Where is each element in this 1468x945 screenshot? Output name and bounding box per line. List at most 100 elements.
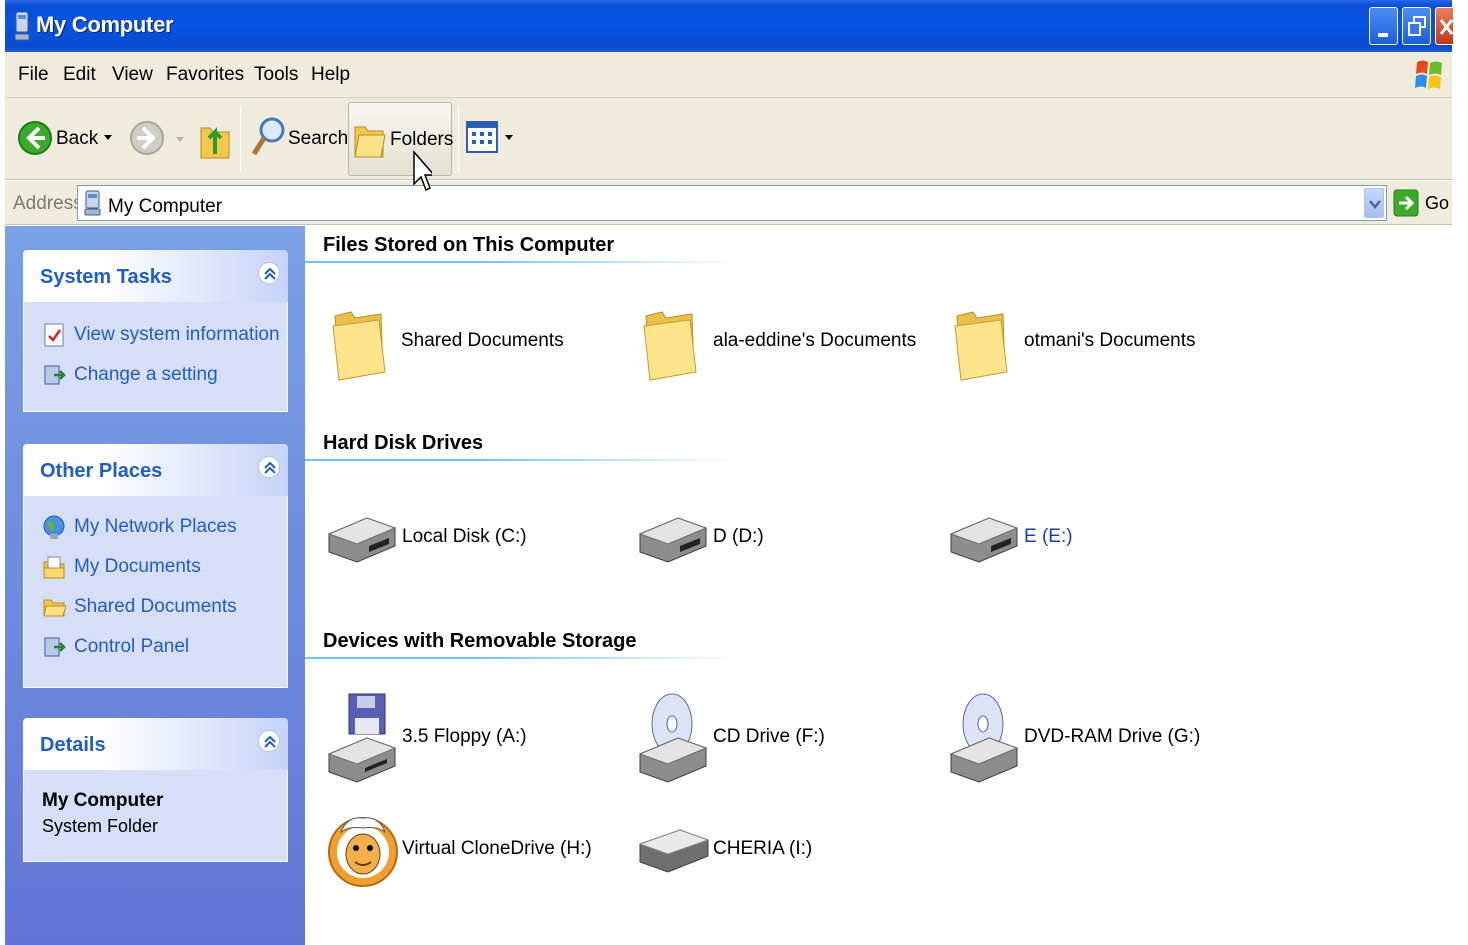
back-button[interactable]: Back	[15, 114, 125, 164]
my-computer-icon	[14, 11, 30, 41]
panel-body: My Network Places My Documents Shared Do…	[23, 496, 288, 688]
chevron-down-icon	[104, 135, 112, 140]
item-label: CHERIA (I:)	[713, 838, 813, 859]
file-view: Files Stored on This Computer Shared Doc…	[305, 226, 1452, 945]
change-a-setting-link[interactable]: Change a setting	[74, 364, 218, 386]
title-bar[interactable]: My Computer	[5, 0, 1454, 52]
search-label: Search	[288, 128, 349, 149]
group-title-hard-disks: Hard Disk Drives	[323, 432, 484, 454]
collapse-chevron-icon[interactable]	[258, 456, 280, 478]
collapse-chevron-icon[interactable]	[258, 730, 280, 752]
details-type: System Folder	[42, 816, 159, 836]
menu-edit[interactable]: Edit	[63, 64, 96, 86]
removable-disk-icon	[638, 829, 710, 873]
folders-button[interactable]: Folders	[348, 102, 454, 176]
panel-header[interactable]: Other Places	[23, 444, 288, 496]
folder-icon	[43, 599, 66, 617]
e-drive[interactable]: E (E:)	[949, 510, 1229, 570]
windows-logo-icon	[1415, 60, 1442, 89]
hard-disk-icon	[949, 517, 1019, 563]
details-name: My Computer	[42, 790, 164, 811]
item-label: CD Drive (F:)	[713, 726, 825, 747]
item-label: E (E:)	[1024, 526, 1073, 547]
item-label: ala-eddine's Documents	[713, 330, 917, 351]
address-label: Address	[13, 193, 83, 214]
group-divider	[305, 459, 735, 461]
my-documents-icon	[43, 556, 65, 579]
details-panel: Details My Computer System Folder	[23, 718, 288, 862]
search-button[interactable]: Search	[248, 112, 348, 164]
item-label: otmani's Documents	[1024, 330, 1196, 351]
panel-body: View system information Change a setting	[23, 302, 288, 412]
group-title-files: Files Stored on This Computer	[323, 234, 615, 256]
item-label: D (D:)	[713, 526, 764, 547]
shared-documents-folder[interactable]: Shared Documents	[331, 308, 611, 388]
shared-documents-link[interactable]: Shared Documents	[74, 596, 237, 618]
cd-drive-f[interactable]: CD Drive (F:)	[638, 692, 918, 788]
folders-label: Folders	[390, 129, 454, 150]
up-folder-icon[interactable]	[198, 114, 232, 162]
menu-tools[interactable]: Tools	[254, 64, 298, 86]
floppy-drive-icon	[327, 693, 397, 783]
toolbar: Back Search Folders	[5, 98, 1452, 180]
forward-arrow-icon[interactable]	[129, 116, 165, 158]
folder-icon	[954, 311, 1008, 381]
clonedrive-sheep-icon	[328, 817, 398, 887]
cheria-i-drive[interactable]: CHERIA (I:)	[638, 824, 918, 884]
other-places-panel: Other Places My Network Places My Docume…	[23, 444, 288, 688]
virtual-clonedrive-h[interactable]: Virtual CloneDrive (H:)	[327, 802, 607, 902]
folder-icon	[332, 311, 386, 381]
address-value: My Computer	[108, 196, 223, 217]
cd-drive-icon	[949, 693, 1019, 783]
search-icon	[251, 117, 285, 156]
address-input[interactable]: My Computer	[77, 185, 1387, 221]
group-title-removable: Devices with Removable Storage	[323, 630, 637, 652]
my-documents-link[interactable]: My Documents	[74, 556, 201, 578]
panel-header[interactable]: System Tasks	[23, 250, 288, 302]
views-icon	[466, 121, 498, 153]
my-network-places-link[interactable]: My Network Places	[74, 516, 237, 538]
item-label: Virtual CloneDrive (H:)	[402, 838, 592, 859]
network-places-icon	[43, 515, 65, 539]
menu-bar: File Edit View Favorites Tools Help	[5, 52, 1452, 98]
views-button[interactable]	[466, 120, 516, 160]
window-title: My Computer	[36, 12, 174, 37]
floppy-a-drive[interactable]: 3.5 Floppy (A:)	[327, 692, 607, 788]
control-panel-link[interactable]: Control Panel	[74, 636, 189, 658]
ala-eddine-documents-folder[interactable]: ala-eddine's Documents	[642, 308, 922, 388]
collapse-chevron-icon[interactable]	[258, 262, 280, 284]
cd-drive-icon	[638, 693, 708, 783]
panel-title: Details	[40, 734, 106, 756]
minimize-button[interactable]	[1369, 7, 1398, 45]
control-panel-icon	[44, 365, 66, 385]
dvd-ram-g-drive[interactable]: DVD-RAM Drive (G:)	[949, 692, 1229, 788]
system-tasks-panel: System Tasks View system information Cha…	[23, 250, 288, 412]
back-label: Back	[56, 128, 99, 149]
address-bar: Address My Computer Go	[5, 181, 1452, 225]
menu-file[interactable]: File	[18, 64, 49, 86]
folders-icon	[354, 126, 386, 158]
panel-header[interactable]: Details	[23, 718, 288, 770]
item-label: DVD-RAM Drive (G:)	[1024, 726, 1201, 747]
view-system-information-link[interactable]: View system information	[74, 324, 280, 346]
item-label: Local Disk (C:)	[402, 526, 527, 547]
restore-button[interactable]	[1402, 7, 1431, 45]
menu-favorites[interactable]: Favorites	[166, 64, 244, 86]
menu-help[interactable]: Help	[311, 64, 350, 86]
local-disk-c-drive[interactable]: Local Disk (C:)	[327, 510, 607, 570]
address-dropdown-button[interactable]	[1364, 188, 1384, 218]
go-button[interactable]: Go	[1425, 193, 1449, 214]
go-arrow-icon[interactable]	[1393, 189, 1419, 217]
control-panel-icon	[44, 637, 66, 657]
chevron-down-icon[interactable]	[175, 136, 185, 144]
d-drive[interactable]: D (D:)	[638, 510, 918, 570]
back-arrow-icon	[18, 121, 52, 155]
close-button[interactable]	[1435, 7, 1454, 45]
otmani-documents-folder[interactable]: otmani's Documents	[953, 308, 1233, 388]
chevron-down-icon	[505, 135, 513, 140]
group-divider	[305, 261, 735, 263]
panel-title: System Tasks	[40, 266, 172, 288]
mouse-cursor-icon	[413, 150, 432, 192]
menu-view[interactable]: View	[112, 64, 153, 86]
my-computer-icon	[84, 190, 101, 216]
